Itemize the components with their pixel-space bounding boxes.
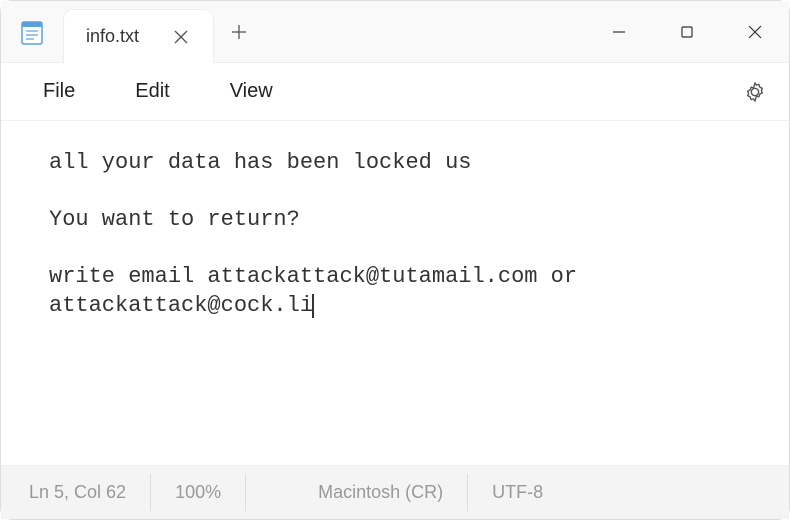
text-caret bbox=[312, 294, 314, 318]
document-text: all your data has been locked us You wan… bbox=[49, 150, 590, 318]
titlebar: info.txt bbox=[1, 1, 789, 63]
close-tab-button[interactable] bbox=[167, 23, 195, 51]
menu-view[interactable]: View bbox=[200, 80, 303, 103]
status-spacer bbox=[246, 474, 294, 511]
new-tab-button[interactable] bbox=[214, 1, 264, 62]
status-zoom[interactable]: 100% bbox=[151, 474, 246, 511]
tab-active[interactable]: info.txt bbox=[63, 9, 214, 63]
notepad-icon bbox=[1, 1, 63, 62]
gear-icon bbox=[744, 81, 766, 103]
text-editor-area[interactable]: all your data has been locked us You wan… bbox=[1, 121, 789, 461]
status-line-ending[interactable]: Macintosh (CR) bbox=[294, 474, 468, 511]
titlebar-drag-region bbox=[264, 1, 585, 62]
menu-edit[interactable]: Edit bbox=[105, 80, 199, 103]
statusbar: Ln 5, Col 62 100% Macintosh (CR) UTF-8 bbox=[1, 465, 789, 519]
status-cursor-position[interactable]: Ln 5, Col 62 bbox=[29, 474, 151, 511]
settings-button[interactable] bbox=[733, 70, 777, 114]
maximize-button[interactable] bbox=[653, 1, 721, 63]
close-window-button[interactable] bbox=[721, 1, 789, 63]
minimize-button[interactable] bbox=[585, 1, 653, 63]
tab-title: info.txt bbox=[86, 26, 139, 47]
window-controls bbox=[585, 1, 789, 62]
menu-file[interactable]: File bbox=[13, 80, 105, 103]
menubar: File Edit View bbox=[1, 63, 789, 121]
status-encoding[interactable]: UTF-8 bbox=[468, 474, 567, 511]
